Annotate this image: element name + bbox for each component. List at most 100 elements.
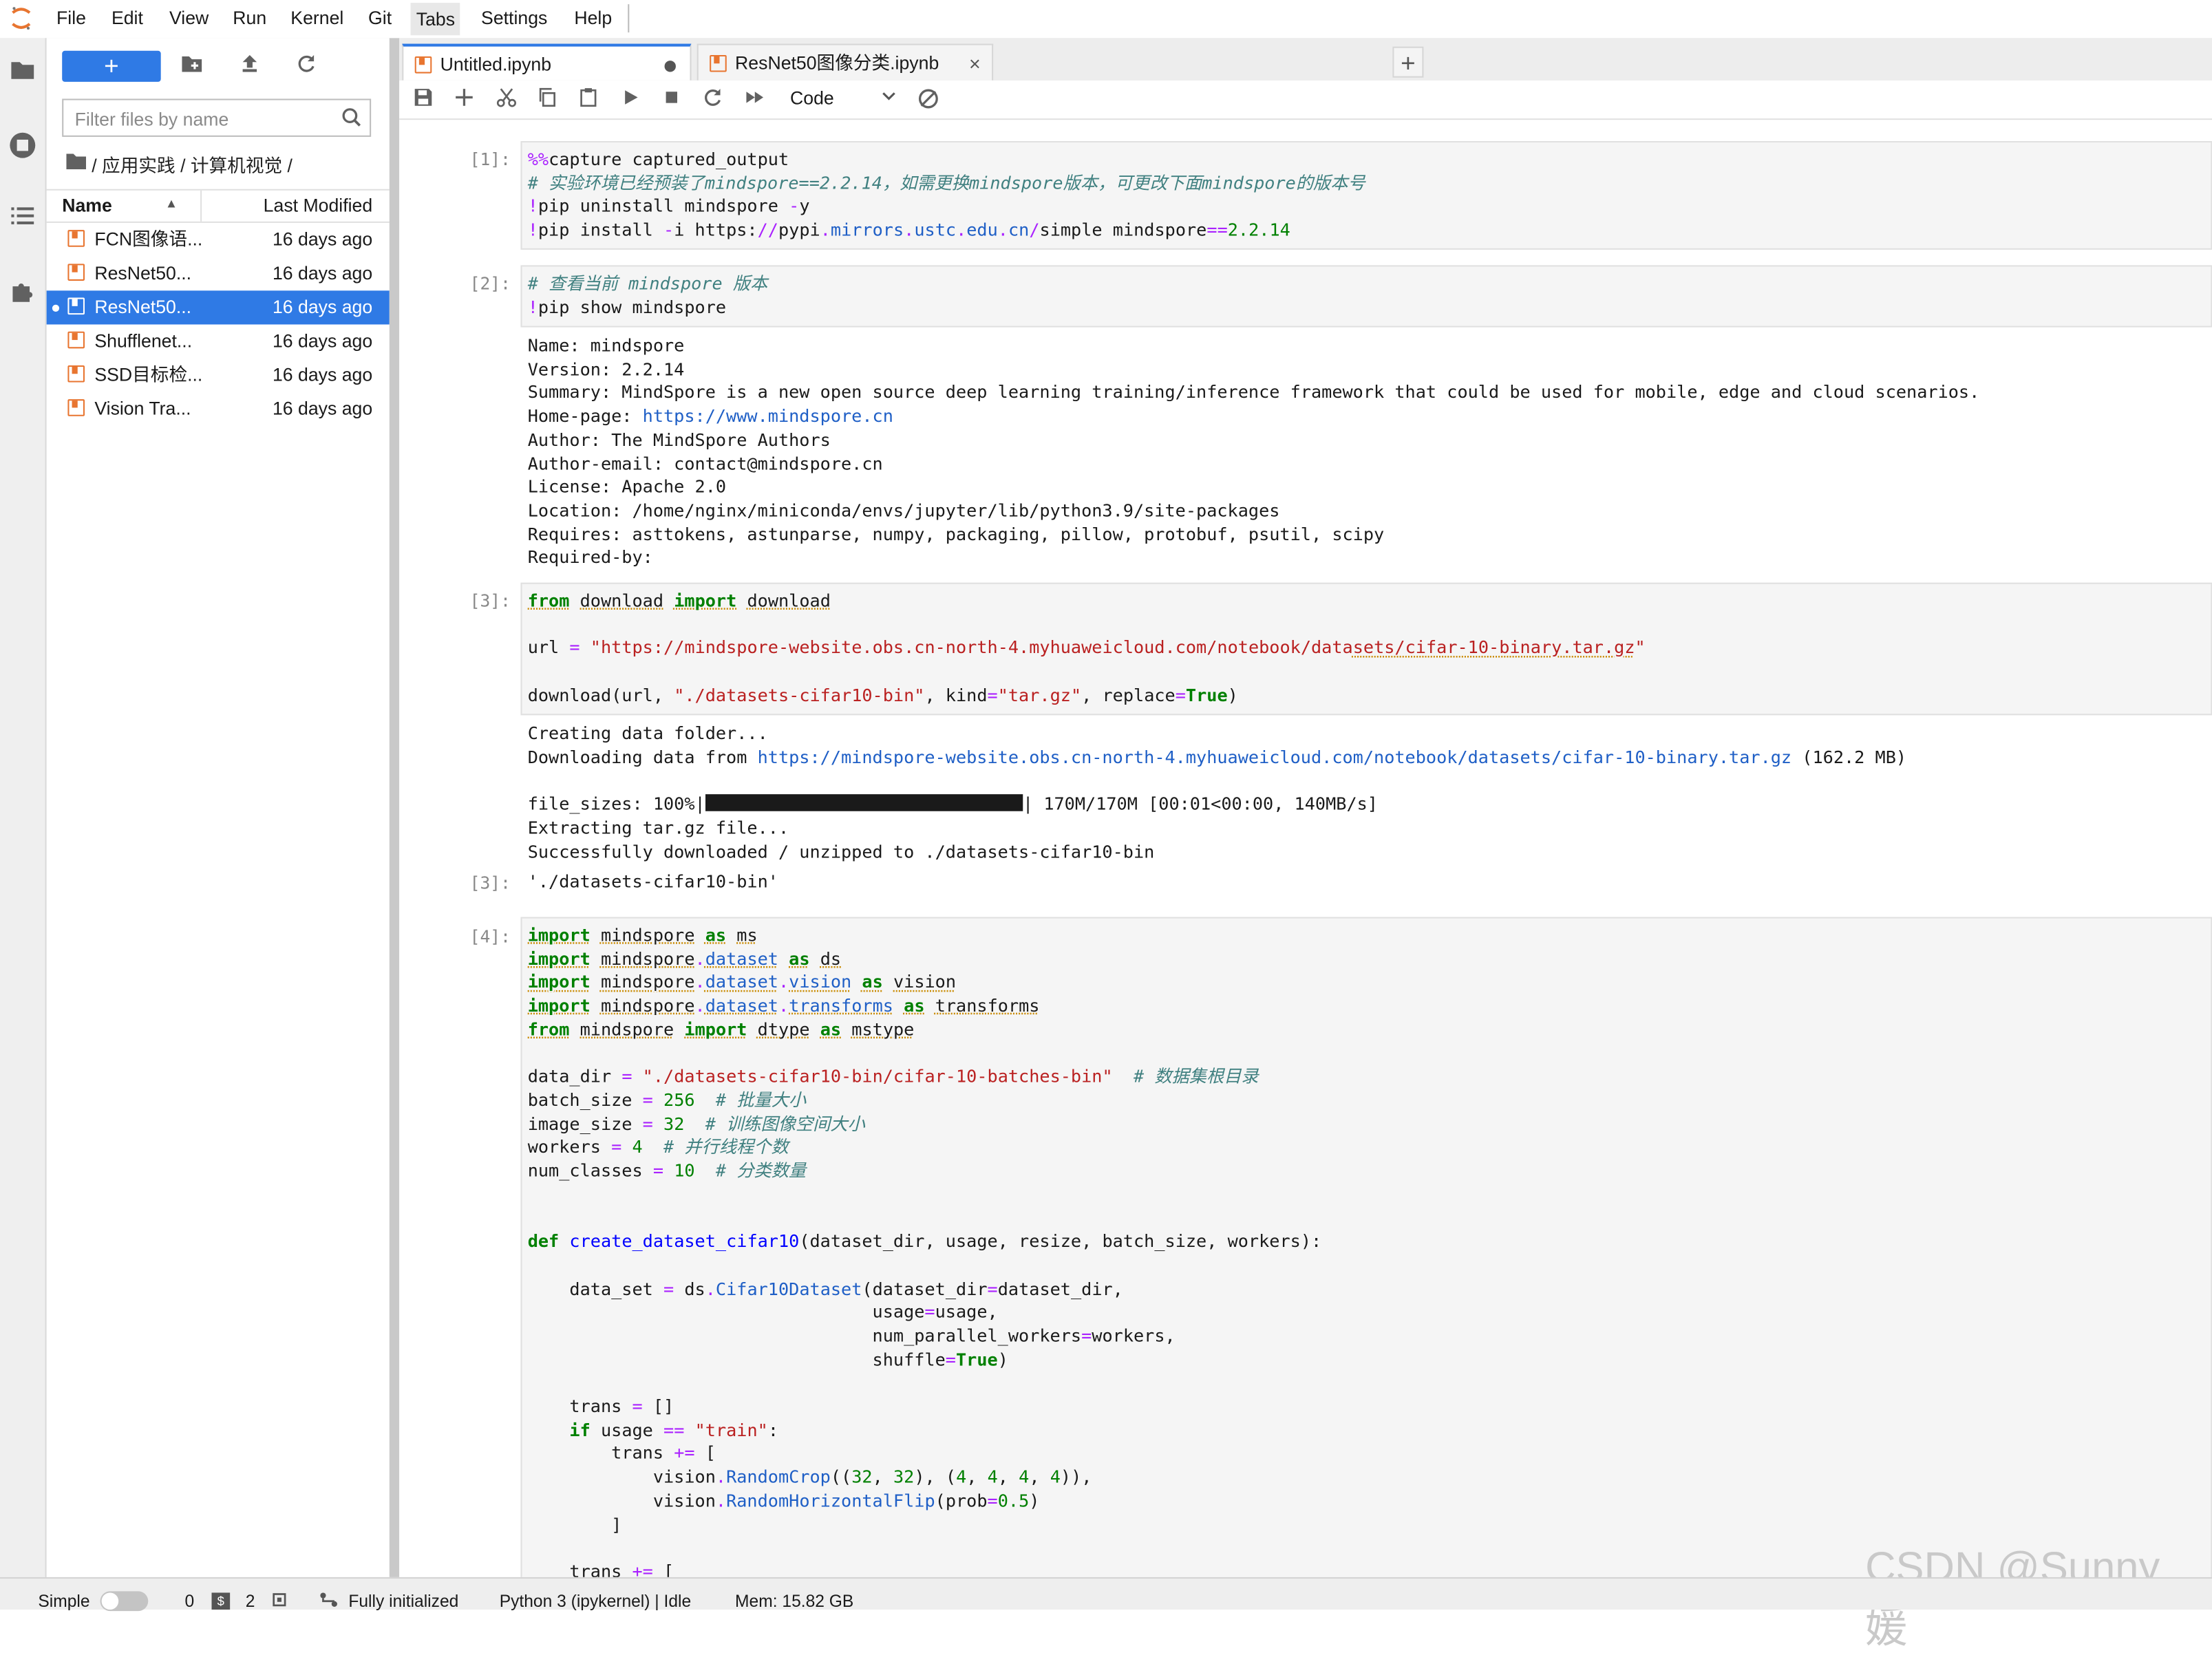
menu-kernel[interactable]: Kernel <box>290 7 343 28</box>
terminal-count[interactable]: 0 <box>185 1591 195 1611</box>
file-name: FCN图像语... <box>94 228 203 250</box>
menu-file[interactable]: File <box>56 7 86 28</box>
menu-help[interactable]: Help <box>574 7 612 28</box>
tab-resnet50[interactable]: ResNet50图像分类.ipynb × <box>696 43 994 82</box>
cell-prompt: [3]: <box>469 590 511 611</box>
notebook-panel: [1]: %%capture captured_output # 实验环境已经预… <box>399 120 2212 1577</box>
menu-view[interactable]: View <box>169 7 209 28</box>
init-status: Fully initialized <box>348 1591 459 1612</box>
cell-1-code[interactable]: %%capture captured_output # 实验环境已经预装了min… <box>528 148 1365 242</box>
extension-icon[interactable] <box>8 278 36 306</box>
file-row[interactable]: Shufflenet... 16 days ago <box>47 325 390 359</box>
status-bar: Simple 0 $ 2 Fully initialized Python 3 … <box>0 1577 2212 1612</box>
simple-mode-toggle[interactable] <box>100 1591 149 1612</box>
unsaved-dot-icon[interactable] <box>664 61 676 72</box>
file-name: ResNet50... <box>94 296 192 318</box>
file-modified: 16 days ago <box>272 398 373 419</box>
notebook-icon <box>67 365 85 383</box>
cell-3-result: './datasets-cifar10-bin' <box>527 871 778 892</box>
file-row[interactable]: FCN图像语... 16 days ago <box>47 223 390 257</box>
cell-4-code[interactable]: import mindspore as ms import mindspore.… <box>528 924 1321 1577</box>
cell-prompt: [3]: <box>469 873 511 893</box>
chevron-down-icon[interactable] <box>878 87 900 110</box>
cell-2-output: Name: mindspore Version: 2.2.14 Summary:… <box>527 335 1980 568</box>
cell-prompt: [2]: <box>469 273 511 294</box>
new-folder-icon[interactable] <box>179 54 204 79</box>
folder-icon[interactable] <box>8 58 36 86</box>
notebook-icon <box>67 331 85 349</box>
file-name: ResNet50... <box>94 262 192 284</box>
run-all-icon[interactable] <box>743 87 766 110</box>
file-modified: 16 days ago <box>272 296 373 318</box>
git-icon[interactable] <box>319 1591 339 1612</box>
stop-icon[interactable] <box>660 87 683 110</box>
cell-3-code[interactable]: from download import download url = "htt… <box>528 590 1646 707</box>
menu-run[interactable]: Run <box>233 7 266 28</box>
file-name: Shufflenet... <box>94 330 193 352</box>
cut-icon[interactable] <box>496 87 518 110</box>
cell-type-select[interactable]: Code <box>790 87 834 109</box>
tab-label: Untitled.ipynb <box>440 53 552 75</box>
file-modified: 16 days ago <box>272 228 373 250</box>
kernel-count[interactable]: 2 <box>246 1591 255 1611</box>
homepage-link[interactable]: https://www.mindspore.cn <box>643 407 893 427</box>
breadcrumb: / 应用实践 / 计算机视觉 / <box>66 151 293 178</box>
cell-3-output: Creating data folder... Downloading data… <box>527 723 1907 862</box>
filter-files-field[interactable] <box>62 98 372 137</box>
column-name[interactable]: Name <box>62 195 112 216</box>
cell-2-code[interactable]: # 查看当前 mindspore 版本 !pip show mindspore <box>528 273 768 319</box>
download-progress-bar <box>705 794 1023 811</box>
tab-bar: Untitled.ipynb ResNet50图像分类.ipynb × + <box>399 38 2212 82</box>
file-list-header: Name ▲ Last Modified <box>46 189 390 223</box>
insert-cell-icon[interactable] <box>453 87 476 110</box>
toc-icon[interactable] <box>8 204 36 233</box>
run-icon[interactable] <box>619 87 642 110</box>
save-icon[interactable] <box>412 87 435 110</box>
folder-icon[interactable] <box>66 152 87 173</box>
cell-prompt: [1]: <box>469 149 511 169</box>
kernel-icon[interactable] <box>271 1591 288 1612</box>
filter-files-input[interactable] <box>72 101 332 137</box>
notebook-icon <box>414 56 432 74</box>
menu-edit[interactable]: Edit <box>111 7 143 28</box>
copy-icon[interactable] <box>536 87 559 110</box>
jupyterlab-window: File Edit View Run Kernel Git Tabs Setti… <box>0 0 2212 1652</box>
sort-up-icon: ▲ <box>164 195 178 211</box>
menu-settings[interactable]: Settings <box>481 7 547 28</box>
refresh-icon[interactable] <box>293 54 319 79</box>
tab-untitled[interactable]: Untitled.ipynb <box>402 43 692 81</box>
column-last-modified[interactable]: Last Modified <box>264 195 373 216</box>
paste-icon[interactable] <box>577 87 599 110</box>
file-row[interactable]: ResNet50... 16 days ago <box>47 257 390 290</box>
breadcrumb-path[interactable]: / 应用实践 / 计算机视觉 / <box>92 155 293 177</box>
restart-icon[interactable] <box>701 87 724 110</box>
dataset-link[interactable]: https://mindspore-website.obs.cn-north-4… <box>758 747 1792 767</box>
menu-tabs[interactable]: Tabs <box>410 3 461 36</box>
notebook-icon <box>710 54 727 72</box>
code-cell-input[interactable] <box>520 265 2212 328</box>
file-row-selected[interactable]: ResNet50... 16 days ago <box>46 290 390 325</box>
upload-icon[interactable] <box>237 54 262 79</box>
file-row[interactable]: SSD目标检... 16 days ago <box>47 359 390 392</box>
add-tab-button[interactable]: + <box>1392 46 1424 78</box>
file-modified: 16 days ago <box>272 363 373 385</box>
file-modified: 16 days ago <box>272 262 373 284</box>
activity-bar <box>0 38 47 1577</box>
menu-bar: File Edit View Run Kernel Git Tabs Setti… <box>0 0 2212 40</box>
menu-git[interactable]: Git <box>368 7 392 28</box>
close-icon[interactable]: × <box>969 45 981 82</box>
file-row[interactable]: Vision Tra... 16 days ago <box>47 392 390 426</box>
notebook-toolbar: Code <box>399 80 2212 120</box>
new-launcher-button[interactable]: + <box>62 50 161 82</box>
tab-label: ResNet50图像分类.ipynb <box>735 52 939 74</box>
notebook-icon <box>67 399 85 416</box>
kernel-status-icon[interactable] <box>917 87 940 110</box>
kernel-status[interactable]: Python 3 (ipykernel) | Idle <box>500 1591 692 1611</box>
jupyter-logo-icon <box>10 6 32 31</box>
notebook-icon <box>67 264 85 281</box>
running-icon[interactable] <box>8 131 36 160</box>
notebook-icon <box>67 230 85 247</box>
terminal-icon[interactable]: $ <box>211 1592 231 1610</box>
panel-splitter[interactable] <box>389 38 400 1577</box>
column-divider <box>200 190 202 222</box>
